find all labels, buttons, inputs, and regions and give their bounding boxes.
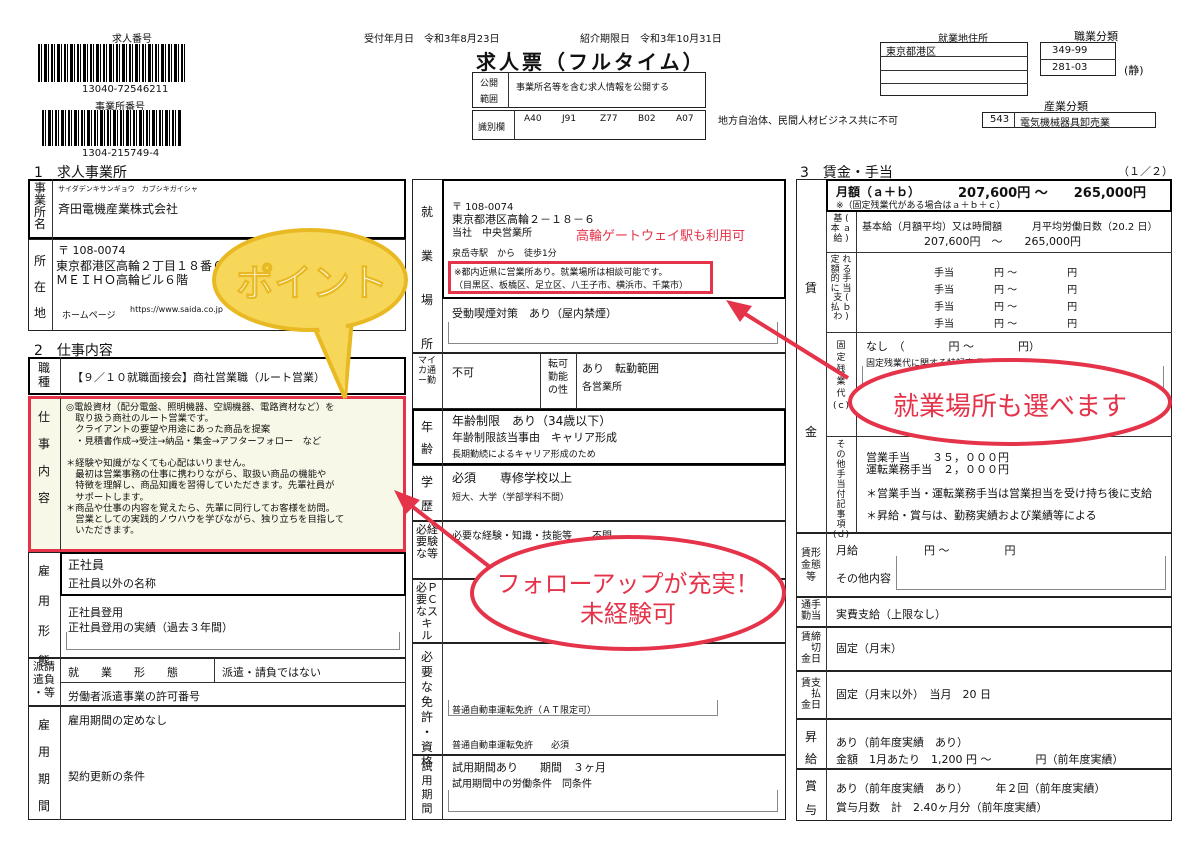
arrow-head [726,300,752,322]
point-bubble-tail-fill [318,322,346,392]
annotation-overlay [212,228,1172,651]
point-label: ポイント [235,261,388,306]
followup-label-2: 未経験可 [580,600,676,628]
select-place-label: 就業場所も選べます [892,392,1127,422]
station-note: 高輪ゲートウェイ駅も利用可 [576,229,746,244]
arrow-to-workplace [740,310,850,380]
